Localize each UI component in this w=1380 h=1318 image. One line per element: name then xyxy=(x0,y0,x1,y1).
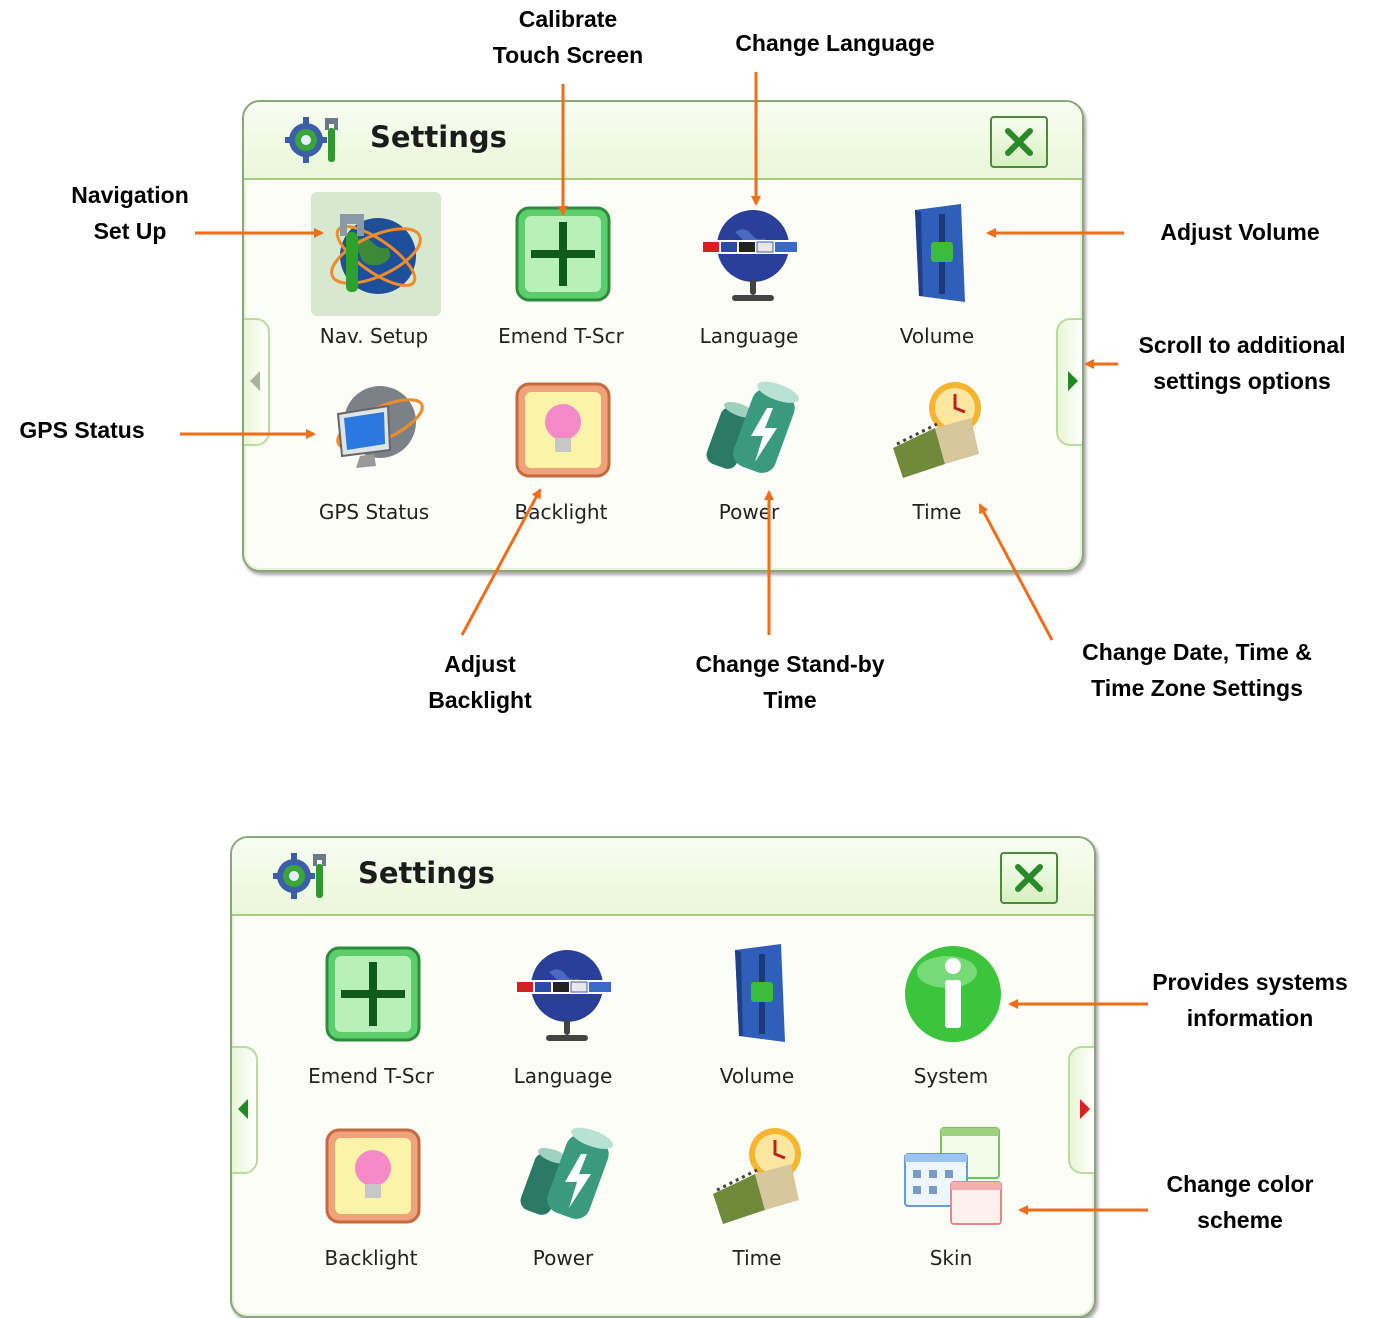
annotation-adjust-volume: Adjust Volume xyxy=(1160,219,1320,245)
item-label: Time xyxy=(912,500,962,524)
info-icon xyxy=(905,946,1001,1042)
item-label: Power xyxy=(718,500,780,524)
item-label: Backlight xyxy=(514,500,608,524)
annotation-system-information: Provides systems information xyxy=(1152,969,1348,1031)
calendar-clock-icon xyxy=(893,382,981,478)
scroll-right-button[interactable] xyxy=(1068,1046,1094,1174)
volume-slider-icon xyxy=(735,944,785,1042)
title-bar: Settings xyxy=(232,838,1094,916)
annotation-adjust-backlight: Adjust Backlight xyxy=(428,651,532,713)
globe-flags-icon xyxy=(515,950,615,1041)
annotation-color-scheme: Change color scheme xyxy=(1166,1171,1314,1233)
item-label: Emend T-Scr xyxy=(308,1064,434,1088)
close-button[interactable] xyxy=(1000,852,1058,904)
annotation-change-language: Change Language xyxy=(735,30,935,56)
item-label: Power xyxy=(532,1246,594,1270)
battery-bolt-icon xyxy=(520,1127,613,1219)
item-label: Emend T-Scr xyxy=(498,324,624,348)
crosshair-calibrate-icon xyxy=(515,206,611,302)
chevron-left-icon xyxy=(250,371,260,391)
settings-window-1: Settings Nav. Setup Emend T-Scr Language… xyxy=(242,100,1084,572)
item-label: Volume xyxy=(899,324,975,348)
skin-windows-icon xyxy=(904,1127,1002,1225)
window-title: Settings xyxy=(358,856,495,890)
annotation-navigation-set-up: Navigation Set Up xyxy=(71,182,189,244)
lightbulb-icon xyxy=(325,1128,421,1224)
settings-item-power[interactable]: Power xyxy=(458,1114,638,1274)
volume-slider-icon xyxy=(915,204,965,302)
close-icon xyxy=(1005,128,1033,156)
annotation-change-standby-time: Change Stand-by Time xyxy=(695,651,885,713)
lightbulb-icon xyxy=(515,382,611,478)
scroll-right-button[interactable] xyxy=(1056,318,1082,446)
annotation-scroll-options: Scroll to additional settings options xyxy=(1138,332,1346,394)
settings-item-language[interactable]: Language xyxy=(644,192,824,352)
item-label: Nav. Setup xyxy=(319,324,429,348)
close-button[interactable] xyxy=(990,116,1048,168)
battery-bolt-icon xyxy=(706,381,799,473)
item-label: Volume xyxy=(719,1064,795,1088)
settings-item-backlight[interactable]: Backlight xyxy=(266,1114,446,1274)
settings-window-2: Settings Emend T-Scr Language Volume Sys… xyxy=(230,836,1096,1318)
item-label: Time xyxy=(732,1246,782,1270)
settings-gear-wrench-icon xyxy=(285,117,338,163)
chevron-left-icon xyxy=(238,1099,248,1119)
chevron-right-icon xyxy=(1080,1099,1090,1119)
settings-gear-wrench-icon xyxy=(273,853,326,899)
item-label: Skin xyxy=(929,1246,973,1270)
settings-item-time[interactable]: Time xyxy=(832,368,1012,528)
nav-setup-globe-wrench-icon xyxy=(330,214,422,294)
scroll-left-button[interactable] xyxy=(244,318,270,446)
item-label: Backlight xyxy=(324,1246,418,1270)
settings-item-language[interactable]: Language xyxy=(458,932,638,1092)
settings-item-system[interactable]: System xyxy=(846,932,1026,1092)
settings-item-emend-t-scr[interactable]: Emend T-Scr xyxy=(266,932,446,1092)
settings-item-skin[interactable]: Skin xyxy=(846,1114,1026,1274)
chevron-right-icon xyxy=(1068,371,1078,391)
globe-flags-icon xyxy=(701,210,801,301)
calendar-clock-icon xyxy=(713,1128,801,1224)
item-label: GPS Status xyxy=(318,500,430,524)
annotation-calibrate-touch-screen: Calibrate Touch Screen xyxy=(492,6,644,68)
title-bar: Settings xyxy=(244,102,1082,180)
close-icon xyxy=(1015,864,1043,892)
settings-item-emend-t-scr[interactable]: Emend T-Scr xyxy=(456,192,636,352)
crosshair-calibrate-icon xyxy=(325,946,421,1042)
monitor-globe-icon xyxy=(336,386,424,468)
settings-item-volume[interactable]: Volume xyxy=(832,192,1012,352)
annotation-gps-status: GPS Status xyxy=(19,417,145,443)
settings-item-time[interactable]: Time xyxy=(652,1114,832,1274)
item-label: Language xyxy=(699,324,799,348)
annotation-date-time-zone: Change Date, Time & Time Zone Settings xyxy=(1082,639,1312,701)
item-label: Language xyxy=(513,1064,613,1088)
settings-item-backlight[interactable]: Backlight xyxy=(456,368,636,528)
settings-item-volume[interactable]: Volume xyxy=(652,932,832,1092)
settings-item-power[interactable]: Power xyxy=(644,368,824,528)
item-label: System xyxy=(913,1064,989,1088)
window-title: Settings xyxy=(370,120,507,154)
scroll-left-button[interactable] xyxy=(232,1046,258,1174)
settings-item-gps-status[interactable]: GPS Status xyxy=(269,368,449,528)
settings-item-nav-setup[interactable]: Nav. Setup xyxy=(269,192,449,352)
